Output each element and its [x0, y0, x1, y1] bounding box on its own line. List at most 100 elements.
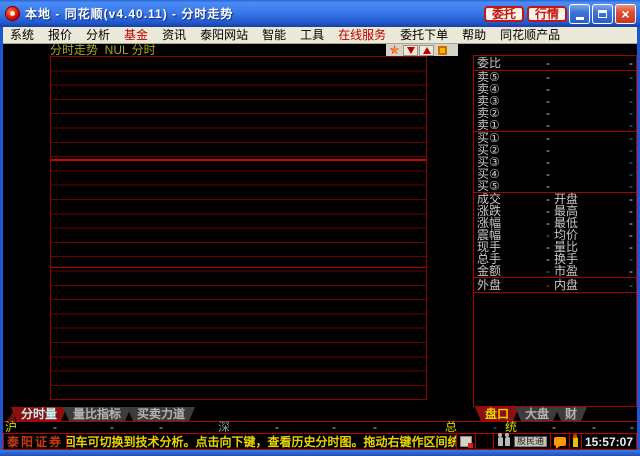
- status-dash: -: [332, 422, 336, 433]
- assistant-button[interactable]: [569, 434, 581, 449]
- app-icon: [5, 6, 20, 21]
- minimize-button[interactable]: [569, 4, 590, 24]
- arrow-down-icon: [407, 47, 415, 54]
- quote-label: 金额: [477, 265, 501, 277]
- menu-item[interactable]: 工具: [293, 27, 331, 43]
- quote-label: 卖①: [477, 119, 500, 131]
- quote-row: 买⑤ - -: [474, 180, 636, 192]
- tab[interactable]: 财: [555, 407, 587, 421]
- quote-label: 内盘: [554, 278, 578, 292]
- chart-separator-line: [51, 267, 426, 268]
- figure-icon: [573, 437, 578, 447]
- status-dash: -: [159, 422, 163, 433]
- quote-section-inout: 外盘-内盘-: [474, 278, 636, 293]
- quote-label: 市盈: [554, 265, 578, 277]
- app-window: 本地 - 同花顺(v4.40.11) - 分时走势 委托 行情 × 系统报价分析…: [0, 0, 640, 456]
- tray-spacer: [475, 434, 493, 449]
- menu-item[interactable]: 帮助: [455, 27, 493, 43]
- quote-section-weibi: 委比 - -: [474, 56, 636, 71]
- menu-item[interactable]: 智能: [255, 27, 293, 43]
- people-icon: [505, 437, 510, 446]
- status-dash: -: [493, 422, 497, 433]
- quote-row: 外盘-内盘-: [474, 278, 636, 292]
- window-title: 本地 - 同花顺(v4.40.11) - 分时走势: [25, 5, 233, 22]
- quote-board: 委比--卖⑤--卖④--卖③--卖②--卖①--买①--买②--买③--买④--…: [473, 55, 637, 407]
- menu-item[interactable]: 报价: [41, 27, 79, 43]
- panel-toggle-button[interactable]: [435, 45, 450, 56]
- tab[interactable]: 盘口: [475, 407, 519, 421]
- message-button[interactable]: [550, 434, 569, 449]
- quote-row: 金额-市盈-: [474, 265, 636, 277]
- title-bar: 本地 - 同花顺(v4.40.11) - 分时走势 委托 行情 ×: [0, 0, 640, 27]
- quote-value: -: [629, 278, 633, 292]
- broker-logo: 泰阳证券: [4, 434, 66, 449]
- menu-item[interactable]: 基金: [117, 27, 155, 43]
- market-status-bar: 沪 - - - 深 - - - 总 - 统 - - -: [3, 421, 637, 433]
- quote-value: -: [538, 56, 558, 70]
- arrow-up-icon: [423, 47, 431, 54]
- entrust-button[interactable]: 委托: [484, 6, 524, 22]
- tab[interactable]: 大盘: [515, 407, 559, 421]
- quote-value: -: [629, 119, 633, 131]
- tray-status-box: 股民通: [514, 436, 547, 447]
- tab[interactable]: 量比指标: [63, 407, 131, 421]
- arrow-down-button[interactable]: [403, 45, 418, 56]
- quote-row: 卖① - -: [474, 119, 636, 131]
- market-label-total[interactable]: 总: [445, 422, 457, 433]
- intraday-chart-plot[interactable]: [50, 56, 427, 400]
- clock: 15:57:07: [581, 434, 636, 449]
- tab[interactable]: 分时量: [11, 407, 67, 421]
- bottom-info-bar: 泰阳证券 直接回车可切换到技术分析。点击向下键，查看历史分时图。拖动右键作区间统…: [3, 433, 637, 450]
- tab[interactable]: 买卖力道: [127, 407, 195, 421]
- chart-midline: [51, 159, 426, 161]
- quote-label: 买⑤: [477, 180, 500, 192]
- menu-bar: 系统报价分析基金资讯泰阳网站智能工具在线服务委托下单帮助同花顺产品: [3, 27, 637, 44]
- status-dash: -: [275, 422, 279, 433]
- notes-button[interactable]: [456, 434, 475, 449]
- menu-item[interactable]: 在线服务: [331, 27, 393, 43]
- quote-value: -: [538, 119, 558, 131]
- hint-text: 直接回车可切换到技术分析。点击向下键，查看历史分时图。拖动右键作区间统计。: [66, 434, 456, 449]
- quote-value: -: [629, 265, 633, 277]
- flower-icon[interactable]: [387, 45, 402, 56]
- maximize-button[interactable]: [592, 4, 613, 24]
- arrow-up-button[interactable]: [419, 45, 434, 56]
- main-content: 分时走势 NUL 分时 委比--卖⑤--卖④--卖③--卖②--卖①--买①--…: [3, 44, 637, 421]
- quote-label: 外盘: [477, 278, 501, 292]
- chart-toolbar: [386, 44, 458, 56]
- notes-icon: [460, 436, 472, 447]
- quote-value: -: [629, 180, 633, 192]
- status-dash: -: [53, 422, 57, 433]
- market-label-stat[interactable]: 统: [505, 422, 517, 433]
- menu-item[interactable]: 资讯: [155, 27, 193, 43]
- status-dash: -: [630, 422, 634, 433]
- quotes-button[interactable]: 行情: [527, 6, 567, 22]
- status-dash: -: [110, 422, 114, 433]
- menu-item[interactable]: 委托下单: [393, 27, 455, 43]
- chat-bubble-icon: [554, 437, 566, 446]
- people-icon: [498, 437, 503, 446]
- menu-item[interactable]: 泰阳网站: [193, 27, 255, 43]
- status-dash: -: [592, 422, 596, 433]
- menu-item[interactable]: 分析: [79, 27, 117, 43]
- minimize-icon: [576, 17, 584, 20]
- community-tray[interactable]: 股民通: [493, 434, 550, 449]
- quote-value: -: [629, 56, 633, 70]
- quote-label: 委比: [477, 56, 501, 70]
- market-label-sh[interactable]: 沪: [5, 422, 17, 433]
- orange-box-icon: [438, 46, 447, 55]
- menu-item[interactable]: 同花顺产品: [493, 27, 567, 43]
- status-dash: -: [373, 422, 377, 433]
- chart-header-title: 分时走势 NUL 分时: [50, 44, 156, 56]
- market-label-sz[interactable]: 深: [218, 422, 230, 433]
- quote-value: -: [538, 180, 558, 192]
- close-icon: ×: [621, 7, 629, 21]
- window-bottom-border: [0, 450, 640, 456]
- indicator-tabs: 分时量量比指标买卖力道: [8, 407, 195, 421]
- panel-tabs: 盘口大盘财: [475, 407, 587, 421]
- quote-section-sell: 卖⑤--卖④--卖③--卖②--卖①--: [474, 71, 636, 132]
- quote-section-buy: 买①--买②--买③--买④--买⑤--: [474, 132, 636, 193]
- quote-section-info: 成交-开盘-涨跌-最高-涨幅-最低-震幅-均价-现手-量比-总手-换手-金额-市…: [474, 193, 636, 278]
- close-button[interactable]: ×: [615, 4, 636, 24]
- menu-item[interactable]: 系统: [3, 27, 41, 43]
